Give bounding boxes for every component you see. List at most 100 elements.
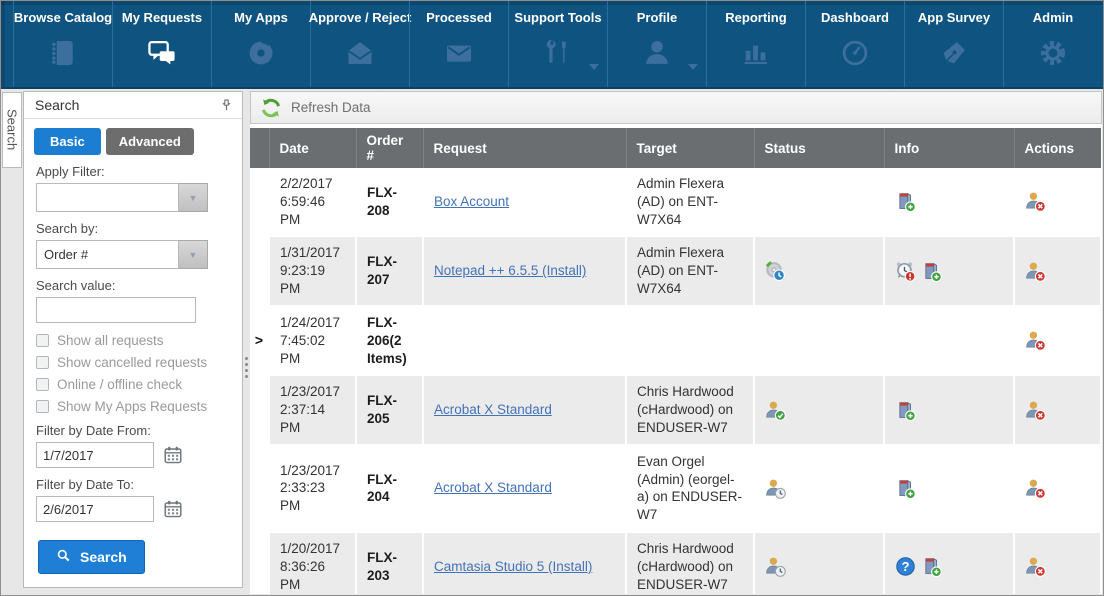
chevron-down-icon[interactable]: ▼	[179, 183, 208, 212]
search-panel-title: Search	[35, 97, 79, 113]
user-pending-icon	[765, 478, 786, 499]
app-window: Browse CatalogMy RequestsMy AppsApprove …	[0, 0, 1104, 596]
refresh-icon[interactable]	[260, 97, 282, 119]
request-link[interactable]: Box Account	[434, 194, 509, 209]
column-header-request[interactable]: Request	[423, 128, 626, 168]
tab-admin[interactable]: Admin	[1003, 1, 1102, 87]
user-cancel-icon[interactable]	[1025, 330, 1046, 351]
apply-filter-dropdown[interactable]: ▼	[36, 183, 208, 212]
order-cell: FLX-203	[356, 532, 423, 594]
actions-cell	[1014, 306, 1101, 375]
calendar-icon[interactable]	[163, 445, 183, 465]
checkbox-label: Online / offline check	[57, 377, 182, 392]
tab-label: Support Tools	[514, 10, 601, 25]
search-form: Apply Filter: ▼ Search by: Order # ▼ Sea…	[24, 164, 242, 574]
checkbox-show-all-requests[interactable]: Show all requests	[36, 333, 230, 348]
tab-approve-reject[interactable]: Approve / Reject	[310, 1, 409, 87]
request-link[interactable]: Acrobat X Standard	[434, 402, 552, 417]
user-cancel-icon[interactable]	[1025, 400, 1046, 421]
expander-cell[interactable]: >	[250, 306, 269, 375]
checkbox-box[interactable]	[36, 334, 49, 347]
expand-arrow-icon[interactable]: >	[255, 332, 263, 348]
tab-browse-catalog[interactable]: Browse Catalog	[13, 1, 112, 87]
user-cancel-icon[interactable]	[1025, 556, 1046, 577]
column-header-info[interactable]: Info	[884, 128, 1014, 168]
refresh-data-label[interactable]: Refresh Data	[291, 100, 371, 115]
software-add-icon[interactable]	[895, 400, 916, 421]
tab-dashboard[interactable]: Dashboard	[805, 1, 904, 87]
status-cell	[754, 236, 884, 305]
checkbox-label: Show cancelled requests	[57, 355, 207, 370]
target-cell: Admin Flexera (AD) on ENT-W7X64	[626, 168, 754, 236]
software-add-icon[interactable]	[921, 261, 942, 282]
status-cell	[754, 168, 884, 236]
tab-my-apps[interactable]: My Apps	[211, 1, 310, 87]
info-cell	[884, 306, 1014, 375]
checkbox-show-cancelled-requests[interactable]: Show cancelled requests	[36, 355, 230, 370]
software-add-icon[interactable]	[895, 478, 916, 499]
info-cell	[884, 236, 1014, 305]
svg-text:?: ?	[901, 559, 909, 574]
target-cell: Chris Hardwood (cHardwood) on ENDUSER-W7	[626, 375, 754, 444]
column-header-target[interactable]: Target	[626, 128, 754, 168]
request-link[interactable]: Camtasia Studio 5 (Install)	[434, 559, 592, 574]
user-cancel-icon[interactable]	[1025, 261, 1046, 282]
checkbox-show-my-apps-requests[interactable]: Show My Apps Requests	[36, 399, 230, 414]
splitter-handle[interactable]	[245, 357, 248, 378]
tab-profile[interactable]: Profile	[607, 1, 706, 87]
tab-support-tools[interactable]: Support Tools	[508, 1, 607, 87]
tab-reporting[interactable]: Reporting	[706, 1, 805, 87]
actions-cell	[1014, 236, 1101, 305]
checkbox-online-offline-check[interactable]: Online / offline check	[36, 377, 230, 392]
chevron-down-icon[interactable]: ▼	[179, 240, 208, 269]
search-by-dropdown[interactable]: Order # ▼	[36, 240, 208, 269]
chevron-down-icon[interactable]	[688, 64, 698, 70]
column-header-date[interactable]: Date	[269, 128, 356, 168]
user-cancel-icon[interactable]	[1025, 191, 1046, 212]
pin-icon[interactable]	[219, 98, 234, 113]
date-to-input[interactable]	[36, 496, 154, 522]
alarm-alert-icon[interactable]	[895, 261, 916, 282]
search-icon	[56, 548, 71, 566]
software-add-icon[interactable]	[921, 556, 942, 577]
search-panel: Search Basic Advanced Apply Filter: ▼ Se…	[23, 91, 243, 588]
chevron-down-icon[interactable]	[589, 64, 599, 70]
request-link[interactable]: Notepad ++ 6.5.5 (Install)	[434, 263, 586, 278]
tab-processed[interactable]: Processed	[409, 1, 508, 87]
search-by-value: Order #	[36, 240, 179, 269]
request-cell: Box Account	[423, 168, 626, 236]
search-panel-collapsed-tab[interactable]: Search	[2, 92, 22, 168]
search-value-input[interactable]	[36, 297, 196, 323]
request-link[interactable]: Acrobat X Standard	[434, 480, 552, 495]
mail-icon	[443, 37, 475, 69]
tab-label: Browse Catalog	[14, 10, 112, 25]
status-cell	[754, 532, 884, 594]
date-to-label: Filter by Date To:	[36, 477, 230, 492]
status-cell	[754, 375, 884, 444]
calendar-icon[interactable]	[163, 499, 183, 519]
status-cell	[754, 306, 884, 375]
date-from-input[interactable]	[36, 442, 154, 468]
tab-basic[interactable]: Basic	[34, 128, 101, 155]
checkbox-box[interactable]	[36, 378, 49, 391]
column-header-order[interactable]: Order #	[356, 128, 423, 168]
search-button-label: Search	[80, 549, 127, 565]
table-row: >1/24/20177:45:02 PMFLX-206(2 Items)	[250, 306, 1101, 375]
column-header-status[interactable]: Status	[754, 128, 884, 168]
order-cell: FLX-207	[356, 236, 423, 305]
software-add-icon[interactable]	[895, 191, 916, 212]
tab-advanced[interactable]: Advanced	[106, 128, 194, 155]
order-cell: FLX-205	[356, 375, 423, 444]
checkbox-box[interactable]	[36, 356, 49, 369]
tab-my-requests[interactable]: My Requests	[112, 1, 211, 87]
tab-app-survey[interactable]: App Survey	[904, 1, 1003, 87]
checkbox-box[interactable]	[36, 400, 49, 413]
actions-cell	[1014, 445, 1101, 532]
expander-cell	[250, 375, 269, 444]
search-button[interactable]: Search	[38, 540, 145, 574]
user-cancel-icon[interactable]	[1025, 478, 1046, 499]
question-icon[interactable]: ?	[895, 556, 916, 577]
table-header-row: DateOrder #RequestTargetStatusInfoAction…	[250, 128, 1101, 168]
column-header-expander[interactable]	[250, 128, 269, 168]
column-header-actions[interactable]: Actions	[1014, 128, 1101, 168]
